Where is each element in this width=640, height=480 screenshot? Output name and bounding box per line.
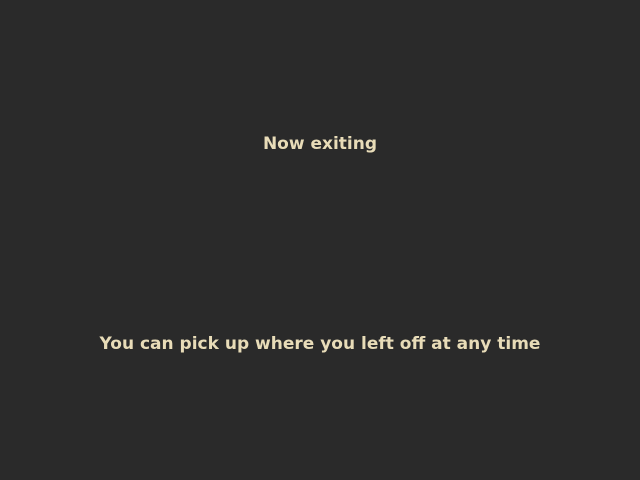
exit-message: You can pick up where you left off at an… <box>99 334 541 354</box>
exit-screen: Now exiting You can pick up where you le… <box>0 0 640 480</box>
exit-title: Now exiting <box>262 134 378 154</box>
